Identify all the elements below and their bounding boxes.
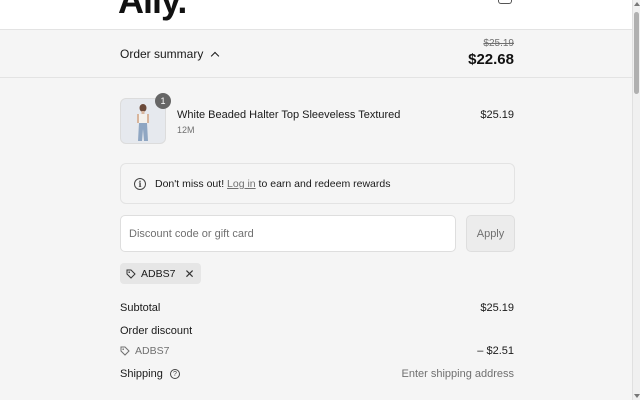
rewards-text-after: to earn and redeem rewards <box>255 178 391 190</box>
order-summary-toggle[interactable]: Order summary <box>120 47 220 61</box>
login-link[interactable]: Log in <box>227 178 256 190</box>
rewards-banner: i Don't miss out! Log in to earn and red… <box>120 163 515 204</box>
tag-icon <box>126 269 136 279</box>
discount-code-row: ADBS7 <box>120 345 169 357</box>
discount-value: – $2.51 <box>477 345 514 357</box>
shipping-row: Shipping ? <box>120 368 180 380</box>
original-total: $25.19 <box>483 38 514 49</box>
close-icon[interactable]: ✕ <box>184 268 194 280</box>
order-summary-label: Order summary <box>120 47 204 61</box>
scroll-up-arrow-icon[interactable] <box>634 2 640 6</box>
final-total: $22.68 <box>468 51 514 68</box>
help-icon[interactable]: ? <box>169 369 180 380</box>
page-scrollbar[interactable] <box>632 0 640 400</box>
product-price: $25.19 <box>480 109 514 121</box>
product-name: White Beaded Halter Top Sleeveless Textu… <box>177 109 401 121</box>
rewards-message: Don't miss out! Log in to earn and redee… <box>155 178 390 190</box>
chevron-up-icon <box>211 51 220 60</box>
scroll-down-arrow-icon[interactable] <box>634 394 640 398</box>
order-discount-label: Order discount <box>120 325 193 337</box>
product-image <box>137 104 149 141</box>
store-logo[interactable]: Ally. <box>118 0 187 22</box>
subtotal-value: $25.19 <box>480 302 514 314</box>
applied-code-label: ADBS7 <box>141 267 176 280</box>
apply-button[interactable]: Apply <box>466 215 515 252</box>
order-summary-bar: Order summary $25.19 $22.68 <box>0 30 632 78</box>
discount-code-text: ADBS7 <box>135 345 170 357</box>
store-header: Ally. <box>0 0 632 30</box>
bag-icon[interactable] <box>498 0 512 4</box>
shipping-label: Shipping <box>120 368 163 380</box>
subtotal-label: Subtotal <box>120 302 161 314</box>
scrollbar-thumb[interactable] <box>634 12 639 94</box>
discount-code-input[interactable] <box>120 215 456 252</box>
info-icon: i <box>134 178 146 190</box>
shipping-value: Enter shipping address <box>401 368 514 380</box>
tag-icon <box>120 346 130 356</box>
rewards-text-before: Don't miss out! <box>155 178 228 190</box>
applied-discount-chip: ADBS7 ✕ <box>120 263 201 284</box>
product-variant: 12M <box>177 125 195 135</box>
quantity-badge: 1 <box>155 93 171 109</box>
